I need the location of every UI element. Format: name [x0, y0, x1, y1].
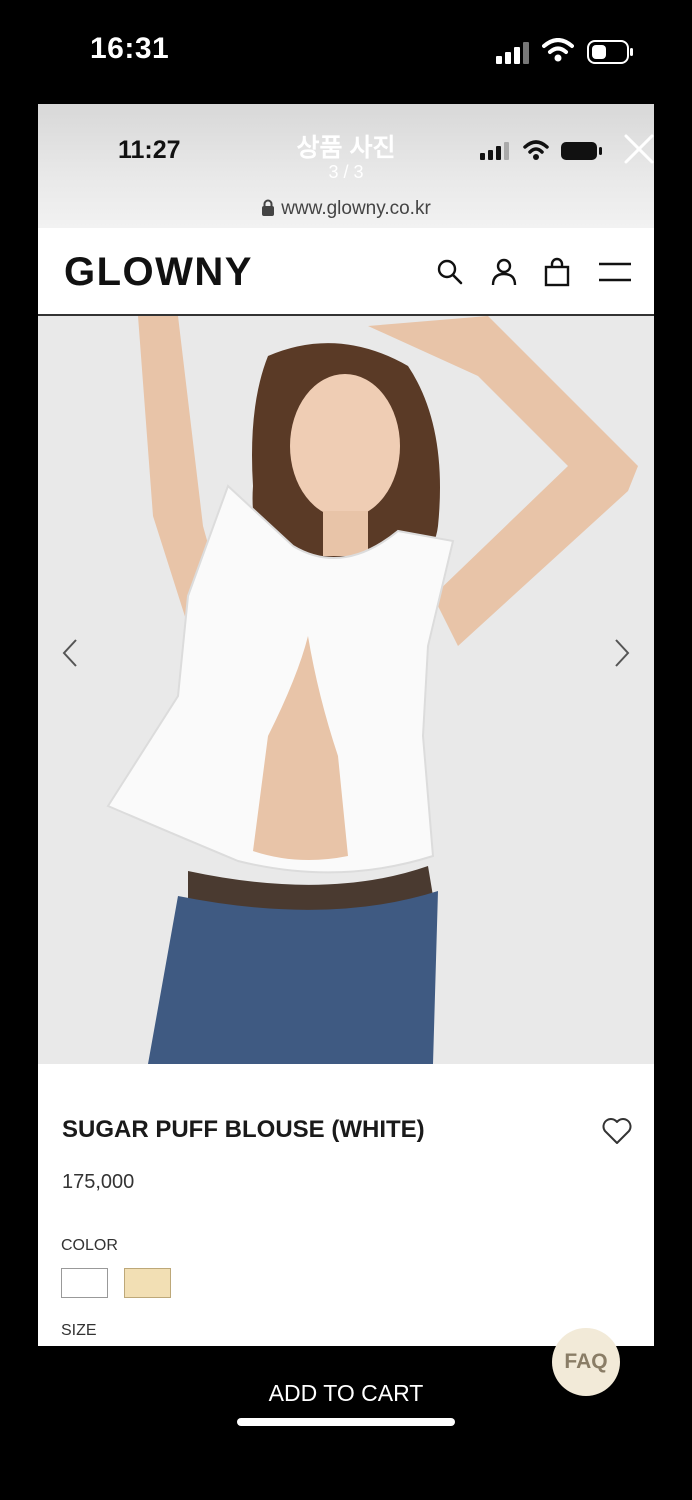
- product-photo[interactable]: [38, 316, 654, 1064]
- screenshot-viewer: 11:27 상품 사진 3 / 3 www.glowny.co.kr GLOWN…: [38, 104, 654, 1346]
- previous-image-arrow-icon[interactable]: [60, 638, 80, 668]
- lock-icon: [262, 199, 275, 216]
- search-icon[interactable]: [436, 258, 464, 286]
- next-image-arrow-icon[interactable]: [612, 638, 632, 668]
- status-bar-time: 16:31: [90, 32, 170, 65]
- color-label: COLOR: [61, 1237, 118, 1254]
- wifi-icon: [542, 38, 574, 62]
- shopping-bag-icon[interactable]: [543, 257, 571, 287]
- inner-battery-icon: [561, 142, 602, 160]
- add-to-cart-button[interactable]: ADD TO CART: [0, 1380, 692, 1407]
- size-label: SIZE: [61, 1322, 97, 1339]
- hamburger-menu-icon[interactable]: [598, 262, 632, 282]
- home-indicator[interactable]: [237, 1418, 455, 1426]
- image-counter: 3 / 3: [328, 162, 364, 182]
- color-swatch-beige[interactable]: [124, 1268, 171, 1298]
- cellular-signal-icon: [496, 42, 529, 64]
- viewer-header: 11:27 상품 사진 3 / 3 www.glowny.co.kr: [38, 104, 654, 228]
- url-bar[interactable]: www.glowny.co.kr: [38, 198, 654, 220]
- product-photo-illustration: [38, 316, 654, 1064]
- account-icon[interactable]: [491, 258, 517, 286]
- url-text: www.glowny.co.kr: [281, 198, 431, 219]
- product-price: 175,000: [62, 1171, 135, 1193]
- battery-icon: [587, 40, 633, 64]
- site-logo[interactable]: GLOWNY: [64, 250, 253, 295]
- site-header: GLOWNY: [38, 228, 654, 316]
- color-swatch-white[interactable]: [61, 1268, 108, 1298]
- inner-wifi-icon: [523, 140, 549, 160]
- close-icon[interactable]: [622, 132, 654, 166]
- inner-cellular-signal-icon: [480, 142, 509, 160]
- product-name: SUGAR PUFF BLOUSE (WHITE): [62, 1116, 425, 1143]
- heart-icon[interactable]: [602, 1117, 632, 1145]
